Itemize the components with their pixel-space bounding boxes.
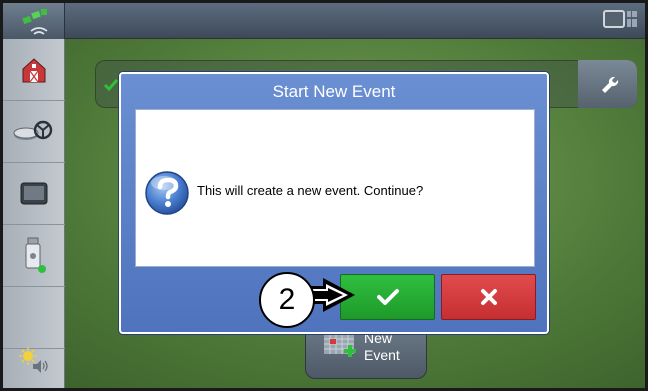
dialog-body: This will create a new event. Continue?: [135, 109, 535, 267]
question-icon: [145, 171, 189, 215]
sidebar-item-home[interactable]: [3, 39, 65, 101]
background-check-icon: [103, 79, 119, 92]
callout-badge: 2: [259, 272, 315, 328]
farm-icon: [22, 57, 46, 82]
display-icon: [20, 182, 48, 204]
steering-icon: [13, 120, 53, 140]
checkmark-icon: [376, 289, 399, 305]
display-screen: New Event Start New Event This will crea…: [0, 0, 648, 391]
dialog-message: This will create a new event. Continue?: [197, 183, 424, 198]
sidebar-item-guidance[interactable]: [3, 101, 65, 163]
top-bar: [3, 3, 645, 39]
gps-satellite-icon: [22, 9, 48, 35]
sidebar-item-data[interactable]: [3, 225, 65, 287]
dialog-title: Start New Event: [272, 82, 396, 101]
sidebar-item-settings[interactable]: [3, 329, 65, 388]
gps-status-button[interactable]: [3, 3, 65, 39]
cancel-button[interactable]: [441, 274, 536, 320]
callout-number: 2: [278, 283, 296, 316]
wrench-icon: [601, 76, 618, 93]
usb-drive-icon: [25, 237, 46, 273]
left-sidebar: [3, 39, 65, 388]
brightness-volume-icon: [19, 347, 48, 373]
new-event-label: New Event: [364, 330, 400, 363]
x-icon: [480, 289, 497, 305]
wrench-button[interactable]: [578, 60, 637, 108]
new-event-grid-icon: [324, 334, 356, 357]
split-screen-icon[interactable]: [603, 9, 639, 33]
sidebar-item-display[interactable]: [3, 163, 65, 225]
